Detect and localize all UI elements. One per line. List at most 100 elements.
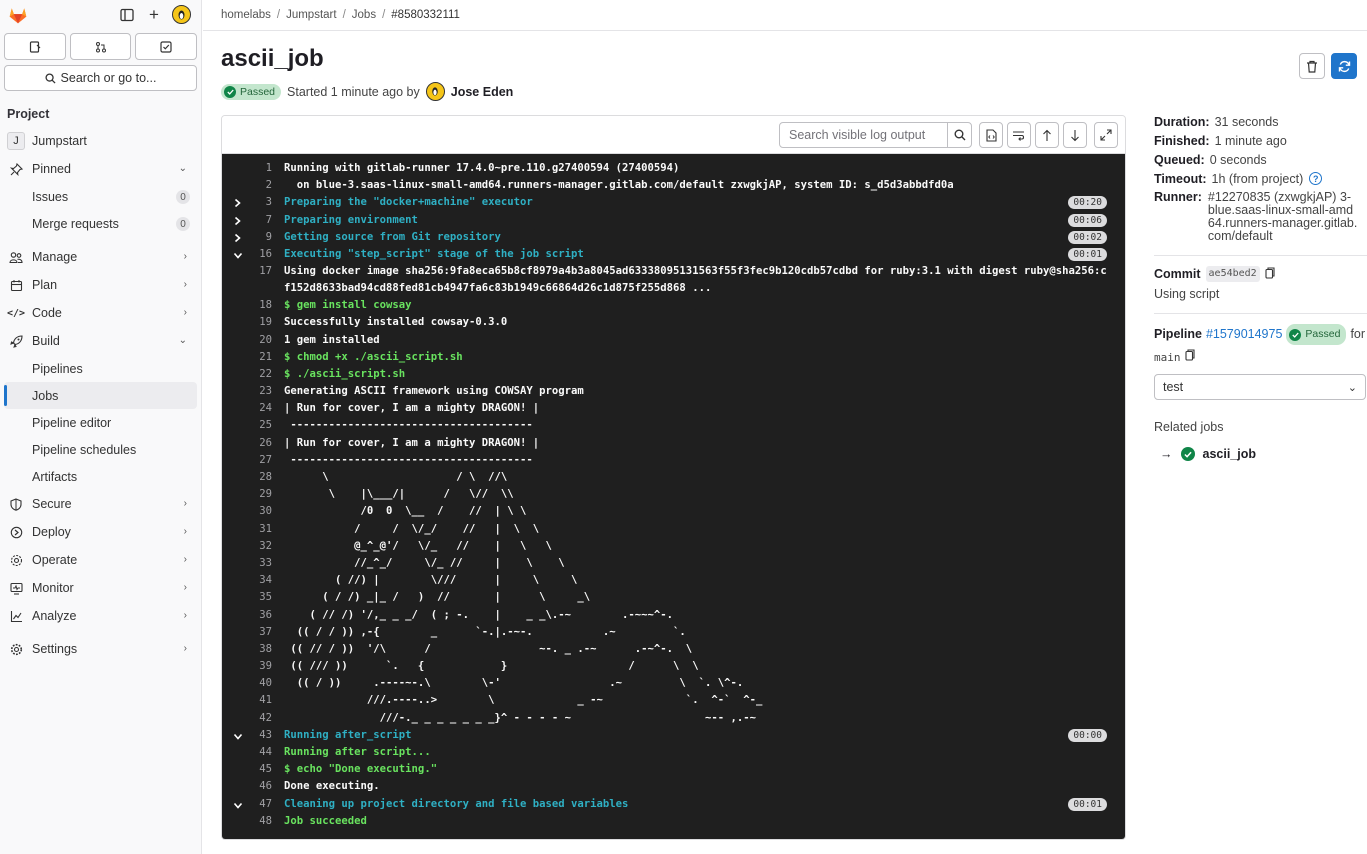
log-line-number[interactable]: 26 — [242, 435, 272, 452]
log-line-number[interactable]: 37 — [242, 624, 272, 641]
log-line-number[interactable]: 44 — [242, 744, 272, 761]
sidebar-item-secure[interactable]: Secure › — [0, 490, 201, 518]
log-search-input[interactable]: Search visible log output — [779, 122, 948, 148]
gitlab-logo-icon[interactable] — [8, 5, 28, 25]
log-line-number[interactable]: 47 — [242, 796, 272, 813]
log-line-number[interactable]: 40 — [242, 675, 272, 692]
log-line-number[interactable]: 21 — [242, 349, 272, 366]
log-line-number[interactable]: 46 — [242, 778, 272, 795]
scroll-to-top-button[interactable] — [1035, 122, 1059, 148]
log-line-number[interactable]: 38 — [242, 641, 272, 658]
sidebar-item-jobs[interactable]: Jobs — [4, 382, 197, 409]
log-line-number[interactable]: 42 — [242, 710, 272, 727]
copy-icon[interactable] — [1265, 266, 1275, 282]
raw-log-button[interactable] — [979, 122, 1003, 148]
sidebar-item-deploy[interactable]: Deploy › — [0, 518, 201, 546]
log-section-header[interactable]: 47 Cleaning up project directory and file… — [222, 796, 1125, 813]
sidebar-item-plan[interactable]: Plan › — [0, 271, 201, 299]
log-line-number[interactable]: 30 — [242, 503, 272, 520]
pipeline-ref-link[interactable]: main — [1154, 349, 1181, 366]
scroll-to-bottom-button[interactable] — [1063, 122, 1087, 148]
todo-list-button[interactable] — [135, 33, 198, 60]
log-line: 30 /0 0 \__ / // | \ \ — [222, 503, 1125, 520]
sidebar-item-manage[interactable]: Manage › — [0, 243, 201, 271]
log-line-number[interactable]: 3 — [242, 194, 272, 211]
retry-job-button[interactable] — [1331, 53, 1357, 79]
commit-sha-link[interactable]: ae54bed2 — [1205, 266, 1260, 282]
log-line-number[interactable]: 29 — [242, 486, 272, 503]
log-line-number[interactable]: 16 — [242, 246, 272, 263]
log-line-number[interactable]: 43 — [242, 727, 272, 744]
merge-requests-button[interactable] — [69, 33, 132, 60]
log-section-header[interactable]: 3 Preparing the "docker+machine" executor… — [222, 194, 1125, 211]
pipeline-id-link[interactable]: #1579014975 — [1206, 326, 1282, 343]
user-name-link[interactable]: Jose Eden — [451, 85, 514, 99]
log-line-number[interactable]: 19 — [242, 314, 272, 331]
log-line-number[interactable]: 34 — [242, 572, 272, 589]
log-line-number[interactable]: 27 — [242, 452, 272, 469]
sidebar-item-merge-requests[interactable]: Merge requests 0 — [0, 210, 201, 237]
log-line-number[interactable]: 1 — [242, 160, 272, 177]
breadcrumb-jobs[interactable]: Jobs — [352, 9, 376, 21]
log-line-number[interactable]: 7 — [242, 212, 272, 229]
sidebar-toggle-icon[interactable] — [117, 5, 137, 25]
sidebar-item-settings[interactable]: Settings › — [0, 635, 201, 663]
log-line-number[interactable]: 22 — [242, 366, 272, 383]
log-line-number[interactable]: 20 — [242, 332, 272, 349]
sidebar-item-issues[interactable]: Issues 0 — [0, 183, 201, 210]
log-line-number[interactable]: 41 — [242, 692, 272, 709]
divider — [1154, 313, 1367, 314]
log-line-number[interactable]: 32 — [242, 538, 272, 555]
log-line-text: Successfully installed cowsay-0.3.0 — [284, 316, 508, 329]
log-line-number[interactable]: 17 — [242, 263, 272, 280]
log-line-number[interactable]: 36 — [242, 607, 272, 624]
log-line-number[interactable]: 39 — [242, 658, 272, 675]
sidebar-item-operate[interactable]: Operate › — [0, 546, 201, 574]
sidebar-item-build[interactable]: Build ⌄ — [0, 327, 201, 355]
sidebar-item-pipelines[interactable]: Pipelines — [0, 355, 201, 382]
sidebar-item-analyze[interactable]: Analyze › — [0, 602, 201, 630]
sidebar-item-pinned[interactable]: Pinned ⌄ — [0, 155, 201, 183]
log-section-header[interactable]: 16 Executing "step_script" stage of the j… — [222, 246, 1125, 263]
sidebar-item-pipeline-editor[interactable]: Pipeline editor — [0, 409, 201, 436]
log-line-number[interactable]: 25 — [242, 417, 272, 434]
log-section-header[interactable]: 9 Getting source from Git repository 00:02 — [222, 229, 1125, 246]
sidebar-item-code[interactable]: </> Code › — [0, 299, 201, 327]
log-search-button[interactable] — [947, 122, 972, 148]
fullscreen-button[interactable] — [1094, 122, 1118, 148]
related-job-item[interactable]: → ascii_job — [1154, 447, 1367, 461]
sidebar-item-project[interactable]: J Jumpstart — [0, 127, 201, 155]
log-line-number[interactable]: 33 — [242, 555, 272, 572]
log-line-number[interactable]: 9 — [242, 229, 272, 246]
log-line-number[interactable]: 23 — [242, 383, 272, 400]
sidebar-item-pipeline-schedules[interactable]: Pipeline schedules — [0, 436, 201, 463]
log-section-header[interactable]: 43 Running after_script 00:00 — [222, 727, 1125, 744]
pipeline-status-badge[interactable]: Passed — [1286, 324, 1347, 345]
assigned-issues-button[interactable] — [4, 33, 66, 60]
log-line-number[interactable]: 31 — [242, 521, 272, 538]
log-line-number[interactable]: 48 — [242, 813, 272, 830]
search-or-go-to-button[interactable]: Search or go to... — [4, 65, 197, 91]
log-line-number[interactable]: 18 — [242, 297, 272, 314]
help-icon[interactable]: ? — [1309, 172, 1323, 185]
erase-log-button[interactable] — [1299, 53, 1325, 79]
log-line-number[interactable]: 35 — [242, 589, 272, 606]
user-avatar[interactable] — [425, 82, 445, 101]
log-line-number[interactable]: 45 — [242, 761, 272, 778]
wrap-lines-button[interactable] — [1007, 122, 1031, 148]
log-section-header[interactable]: 7 Preparing environment 00:06 — [222, 212, 1125, 229]
log-line-number[interactable]: 24 — [242, 400, 272, 417]
breadcrumb-group[interactable]: homelabs — [221, 9, 271, 21]
log-line: 31 / / \/_/ // | \ \ — [222, 521, 1125, 538]
breadcrumb-project[interactable]: Jumpstart — [286, 9, 337, 21]
status-badge[interactable]: Passed — [221, 83, 282, 100]
user-avatar[interactable] — [172, 5, 191, 24]
log-line-number[interactable]: 28 — [242, 469, 272, 486]
sidebar-item-artifacts[interactable]: Artifacts — [0, 463, 201, 490]
sidebar-item-monitor[interactable]: Monitor › — [0, 574, 201, 602]
copy-icon[interactable] — [1184, 349, 1195, 366]
create-new-icon[interactable]: + — [144, 5, 164, 25]
log-line-number[interactable]: 2 — [242, 177, 272, 194]
stage-select[interactable]: test ⌄ — [1154, 374, 1366, 400]
breadcrumb-job-id[interactable]: #8580332111 — [391, 9, 460, 21]
